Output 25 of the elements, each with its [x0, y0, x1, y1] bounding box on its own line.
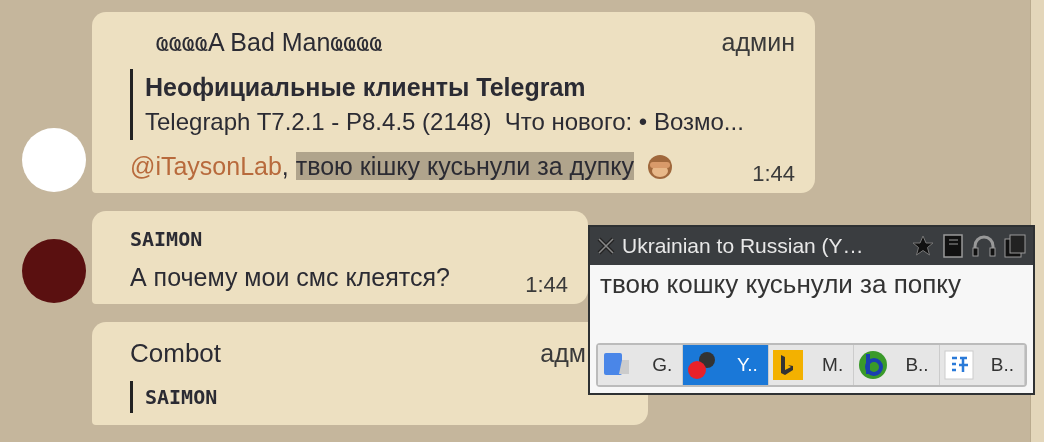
message-time: 1:44 — [752, 161, 795, 187]
quote-title: Неофициальные клиенты Telegram — [145, 73, 587, 102]
service-tab[interactable]: G. — [598, 345, 684, 385]
sender-name[interactable]: ҩҩҩҩA Bad Manҩҩҩҩ — [130, 28, 383, 57]
message-text: @iTaysonLab, твою кішку кусьнули за дупку — [130, 152, 634, 181]
service-tab[interactable]: M. — [768, 345, 855, 385]
service-tab[interactable]: Y.. — [683, 345, 769, 385]
book-icon — [941, 233, 965, 259]
message-text: А почему мои смс клеятся? — [130, 263, 450, 292]
copy-icon — [1003, 233, 1027, 259]
sender-name[interactable]: SAIMON — [130, 227, 203, 251]
service-tab[interactable]: B.. — [939, 345, 1026, 385]
service-tab[interactable]: B.. — [854, 345, 940, 385]
message-time: 1:44 — [525, 272, 568, 298]
admin-label: админ — [721, 28, 795, 57]
translation-text: твою кошку кусьнули за попку — [599, 268, 962, 301]
reply-quote[interactable]: Неофициальные клиенты Telegram Telegraph T7.2.1 - P8.4.5 (2148) Что нового: • Возмо... — [130, 69, 795, 140]
admin-label: адм — [540, 339, 586, 368]
quote-text: Telegraph T7.2.1 - P8.4.5 (2148) Что нового: • Возмо... — [145, 108, 745, 136]
sender-name[interactable]: Combot — [130, 338, 222, 369]
headphones-icon — [971, 233, 997, 259]
quote-title: SAIMON — [145, 385, 219, 409]
star-icon — [911, 234, 935, 258]
close-icon — [596, 236, 616, 256]
popup-title: Ukrainian to Russian (Y… — [622, 234, 865, 258]
